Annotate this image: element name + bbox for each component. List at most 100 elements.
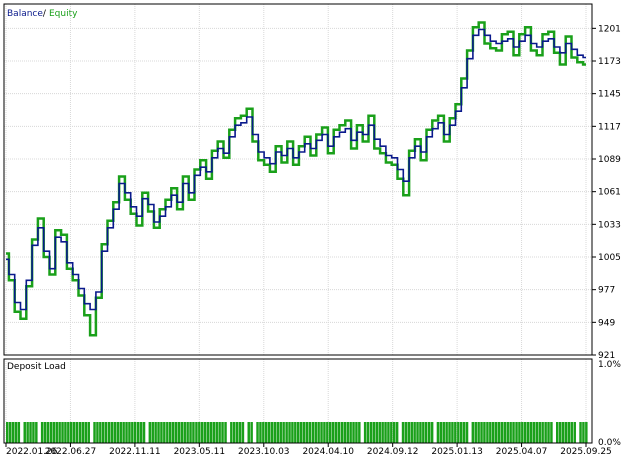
deposit-bar	[64, 422, 67, 443]
deposit-bar	[174, 422, 178, 443]
deposit-bar	[93, 422, 96, 443]
deposit-bar	[84, 422, 88, 443]
deposit-bar	[387, 422, 390, 443]
deposit-bar	[262, 422, 265, 443]
deposit-bar	[49, 422, 53, 443]
deposit-bar	[282, 422, 285, 443]
deposit-bar	[524, 422, 527, 443]
deposit-bar	[384, 422, 387, 443]
deposit-bar	[340, 422, 344, 443]
deposit-bar	[492, 422, 495, 443]
deposit-bar	[570, 422, 573, 443]
deposit-bar	[163, 422, 166, 443]
deposit-bar	[579, 422, 582, 443]
y-tick-label: 921	[598, 351, 615, 361]
deposit-bar	[451, 422, 454, 443]
deposit-bar	[369, 422, 373, 443]
legend-balance-label: Balance	[7, 9, 43, 19]
deposit-bar	[512, 422, 515, 443]
deposit-bar	[148, 422, 152, 443]
deposit-bar	[509, 422, 512, 443]
deposit-bar	[276, 422, 280, 443]
legend-separator: /	[40, 9, 49, 19]
deposit-bar	[40, 422, 44, 443]
y-tick-label: 1089	[598, 155, 621, 165]
deposit-bar	[363, 422, 367, 443]
deposit-bar	[541, 422, 544, 443]
deposit-bar	[43, 422, 47, 443]
deposit-bar	[352, 422, 355, 443]
deposit-bar	[535, 422, 539, 443]
deposit-bar	[11, 422, 15, 443]
deposit-bar	[521, 422, 524, 443]
deposit-bar	[564, 422, 568, 443]
deposit-bar	[195, 422, 198, 443]
y-tick-label: 1201	[598, 24, 621, 34]
deposit-bar	[471, 422, 475, 443]
deposit-bar	[378, 422, 381, 443]
deposit-bar	[390, 422, 393, 443]
x-tick-label: 2025.04.07	[496, 447, 548, 457]
deposit-bar	[273, 422, 277, 443]
deposit-bar	[189, 422, 192, 443]
deposit-bar	[17, 422, 21, 443]
deposit-bar	[75, 422, 79, 443]
deposit-bar	[419, 422, 422, 443]
deposit-bar	[317, 422, 320, 443]
deposit-bar	[358, 422, 361, 443]
deposit-bar	[125, 422, 128, 443]
x-tick-label: 2025.09.25	[560, 447, 612, 457]
deposit-bar	[416, 422, 419, 443]
y-tick-label: 1145	[598, 90, 621, 100]
deposit-bar	[503, 422, 507, 443]
deposit-bar	[489, 422, 492, 443]
deposit-bar	[99, 422, 102, 443]
deposit-bar	[291, 422, 294, 443]
deposit-bar	[346, 422, 349, 443]
deposit-bar	[134, 422, 137, 443]
deposit-bar	[483, 422, 486, 443]
deposit-bar	[326, 422, 329, 443]
deposit-bar	[428, 422, 431, 443]
deposit-bar	[288, 422, 291, 443]
deposit-bar	[142, 422, 146, 443]
deposit-bar	[532, 422, 536, 443]
deposit-bar	[137, 422, 140, 443]
deposit-bar	[474, 422, 477, 443]
deposit-bar	[585, 422, 588, 443]
deposit-bar	[573, 422, 576, 443]
x-tick-label: 2023.10.03	[238, 447, 290, 457]
x-tick-label: 2024.04.10	[302, 447, 354, 457]
deposit-bar	[494, 422, 498, 443]
deposit-bar	[401, 422, 405, 443]
deposit-bar	[558, 422, 562, 443]
deposit-bar	[445, 422, 448, 443]
deposit-bar	[259, 422, 262, 443]
deposit-bar	[203, 422, 207, 443]
deposit-bar	[425, 422, 428, 443]
deposit-bar	[439, 422, 443, 443]
deposit-bar	[171, 422, 175, 443]
deposit-bar	[267, 422, 271, 443]
deposit-bar	[250, 422, 253, 443]
deposit-bar	[393, 422, 396, 443]
deposit-bar	[500, 422, 504, 443]
deposit-bar	[323, 422, 326, 443]
deposit-bar	[279, 422, 282, 443]
y-tick-label: 949	[598, 318, 615, 328]
y-tick-label: 1173	[598, 57, 621, 67]
deposit-bar	[556, 422, 559, 443]
deposit-bar	[206, 422, 210, 443]
deposit-bar	[186, 422, 189, 443]
deposit-bar	[297, 422, 300, 443]
deposit-bar	[430, 422, 434, 443]
deposit-bar	[305, 422, 309, 443]
deposit-bar	[201, 422, 204, 443]
deposit-bar	[529, 422, 533, 443]
deposit-bar	[422, 422, 425, 443]
y-tick-label: 1117	[598, 122, 621, 132]
deposit-bar	[29, 422, 32, 443]
y-tick-label: 1061	[598, 188, 621, 198]
deposit-bar	[486, 422, 489, 443]
deposit-bar	[442, 422, 445, 443]
